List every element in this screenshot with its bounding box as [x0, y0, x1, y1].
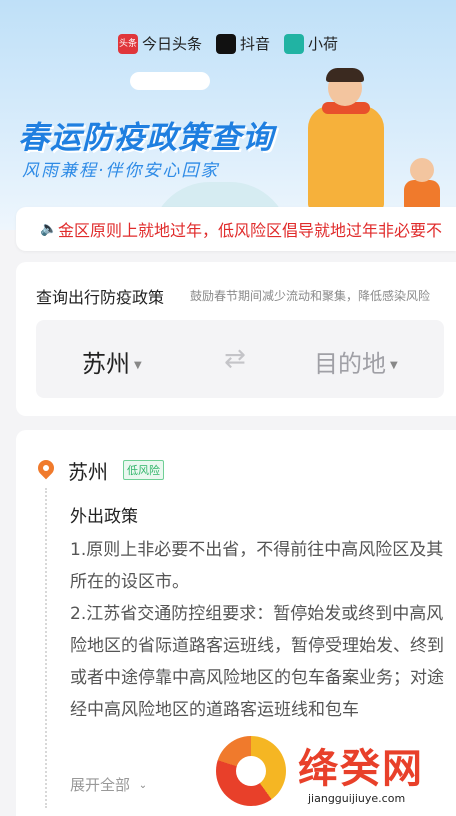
policy-city: 苏州 — [68, 460, 108, 484]
traveler-illustration — [300, 68, 392, 210]
watermark-logo-icon — [216, 736, 286, 806]
partner-logos: 头条 今日头条 抖音 小荷 — [0, 33, 456, 54]
query-hint: 鼓励春节期间减少流动和聚集，降低感染风险 — [190, 289, 431, 303]
destination-placeholder: 目的地 — [314, 350, 386, 378]
child-illustration — [402, 158, 442, 210]
douyin-logo-icon — [215, 33, 236, 54]
expand-all-button[interactable]: 展开全部 ⌄ — [70, 774, 147, 795]
timeline-divider — [45, 488, 47, 808]
chevron-down-icon: ▼ — [390, 359, 398, 371]
notice-text: 金区原则上就地过年，低风险区倡导就地过年非必要不 — [58, 221, 443, 240]
toutiao-logo-icon: 头条 — [117, 33, 138, 54]
partner-xiaohe: 小荷 — [284, 33, 338, 54]
chevron-down-icon: ▼ — [134, 359, 142, 371]
policy-paragraph: 2.江苏省交通防控组要求：暂停始发或终到中高风险地区的省际道路客运班线，暂停受理… — [70, 604, 444, 720]
policy-body: 1.原则上非必要不出省，不得前往中高风险区及其所在的设区市。 2.江苏省交通防控… — [70, 534, 445, 726]
query-card: 查询出行防疫政策 鼓励春节期间减少流动和聚集，降低感染风险 苏州 ▼ ⇄ 目的地 ▼ — [16, 262, 456, 416]
query-heading: 查询出行防疫政策 — [36, 288, 165, 307]
section-title: 外出政策 — [70, 507, 138, 527]
route-selector: 苏州 ▼ ⇄ 目的地 ▼ — [36, 320, 444, 398]
from-city-label: 苏州 — [82, 350, 130, 378]
chevron-down-icon: ⌄ — [138, 780, 148, 791]
page-title: 春运防疫政策查询 — [18, 120, 274, 156]
destination-select[interactable]: 目的地 ▼ — [314, 344, 398, 379]
xiaohe-logo-icon — [284, 33, 304, 54]
location-pin-icon — [34, 456, 58, 480]
speaker-icon: 🔈 — [40, 221, 58, 237]
expand-all-label: 展开全部 — [70, 776, 131, 794]
swap-icon[interactable]: ⇄ — [224, 344, 246, 374]
from-city-select[interactable]: 苏州 ▼ — [82, 344, 142, 379]
notice-bar[interactable]: 🔈 金区原则上就地过年，低风险区倡导就地过年非必要不 — [16, 207, 456, 251]
header-banner: 头条 今日头条 抖音 小荷 春运防疫政策查询 风雨兼程·伴你安心回家 — [0, 0, 456, 230]
risk-badge: 低风险 — [123, 460, 164, 480]
airplane-illustration — [130, 72, 210, 90]
page-subtitle: 风雨兼程·伴你安心回家 — [22, 161, 220, 181]
partner-toutiao: 头条 今日头条 — [117, 33, 202, 54]
partner-douyin: 抖音 — [215, 33, 270, 54]
policy-paragraph: 1.原则上非必要不出省，不得前往中高风险区及其所在的设区市。 — [70, 540, 444, 592]
watermark-text: 绛癸网 — [298, 746, 424, 792]
site-watermark: 绛癸网 jiangguijiuye.com — [210, 728, 456, 816]
watermark-url: jiangguijiuye.com — [308, 792, 406, 805]
